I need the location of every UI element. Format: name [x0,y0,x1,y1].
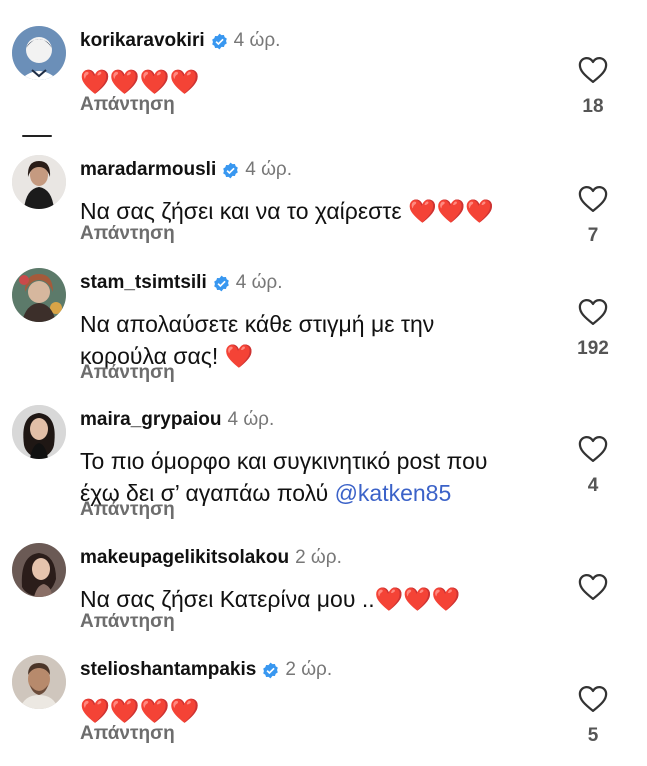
avatar[interactable] [12,655,66,709]
like-count: 192 [577,338,609,359]
comment-item: korikaravokiri 4 ώρ. ❤️❤️❤️❤️ Απάντηση 1… [0,26,647,126]
heart-outline-icon [578,186,608,212]
avatar[interactable] [12,405,66,459]
like-count: 4 [587,475,599,496]
comment-body: ❤️❤️❤️❤️ [80,698,200,725]
comment-header: stelioshantampakis 2 ώρ. [80,659,332,681]
comment-time: 4 ώρ. [235,272,283,293]
heart-outline-icon [578,436,608,462]
like-button[interactable] [578,185,608,213]
comment-header: maira_grypaiou 4 ώρ. [80,409,274,431]
verified-badge-icon [262,662,279,679]
comment-time: 2 ώρ. [285,659,333,680]
comment-time: 4 ώρ. [233,30,281,51]
comment-item: maradarmousli 4 ώρ. Να σας ζήσει και να … [0,155,647,255]
username-link[interactable]: maira_grypaiou [80,409,222,431]
like-count: 7 [587,225,599,246]
avatar[interactable] [12,155,66,209]
comment-item: stam_tsimtsili 4 ώρ. Να απολαύσετε κάθε … [0,268,647,388]
like-button[interactable] [578,435,608,463]
comment-item: maira_grypaiou 4 ώρ. Το πιο όμορφο και σ… [0,405,647,525]
username-link[interactable]: makeupagelikitsolakou [80,547,289,569]
reply-button[interactable]: Απάντηση [80,223,175,245]
avatar[interactable] [12,543,66,597]
reply-button[interactable]: Απάντηση [80,94,175,116]
like-button[interactable] [578,685,608,713]
like-count: 18 [582,96,604,117]
reply-button[interactable]: Απάντηση [80,499,175,521]
avatar[interactable] [12,26,66,80]
username-link[interactable]: stam_tsimtsili [80,272,207,294]
username-link[interactable]: korikaravokiri [80,30,205,52]
username-link[interactable]: maradarmousli [80,159,216,181]
reply-button[interactable]: Απάντηση [80,611,175,633]
heart-outline-icon [578,686,608,712]
like-count: 5 [587,725,599,746]
like-button[interactable] [578,573,608,601]
comment-time: 2 ώρ. [295,547,342,568]
mention-link[interactable]: @katken85 [335,480,452,506]
heart-outline-icon [578,57,608,83]
comment-time: 4 ώρ. [227,409,275,430]
comment-item: makeupagelikitsolakou 2 ώρ. Να σας ζήσει… [0,543,647,643]
like-button[interactable] [578,56,608,84]
comment-header: korikaravokiri 4 ώρ. [80,30,280,52]
avatar[interactable] [12,268,66,322]
comment-item: stelioshantampakis 2 ώρ. ❤️❤️❤️❤️ Απάντη… [0,655,647,755]
comments-list: korikaravokiri 4 ώρ. ❤️❤️❤️❤️ Απάντηση 1… [0,0,647,766]
comment-time: 4 ώρ. [245,159,293,180]
like-button[interactable] [578,298,608,326]
verified-badge-icon [211,33,228,50]
verified-badge-icon [222,162,239,179]
comment-body: ❤️❤️❤️❤️ [80,69,200,96]
verified-badge-icon [213,275,230,292]
reply-button[interactable]: Απάντηση [80,723,175,745]
comment-header: stam_tsimtsili 4 ώρ. [80,272,283,294]
comment-header: makeupagelikitsolakou 2 ώρ. [80,547,342,569]
divider [22,135,52,137]
comment-header: maradarmousli 4 ώρ. [80,159,292,181]
reply-button[interactable]: Απάντηση [80,362,175,384]
username-link[interactable]: stelioshantampakis [80,659,256,681]
heart-outline-icon [578,299,608,325]
heart-outline-icon [578,574,608,600]
